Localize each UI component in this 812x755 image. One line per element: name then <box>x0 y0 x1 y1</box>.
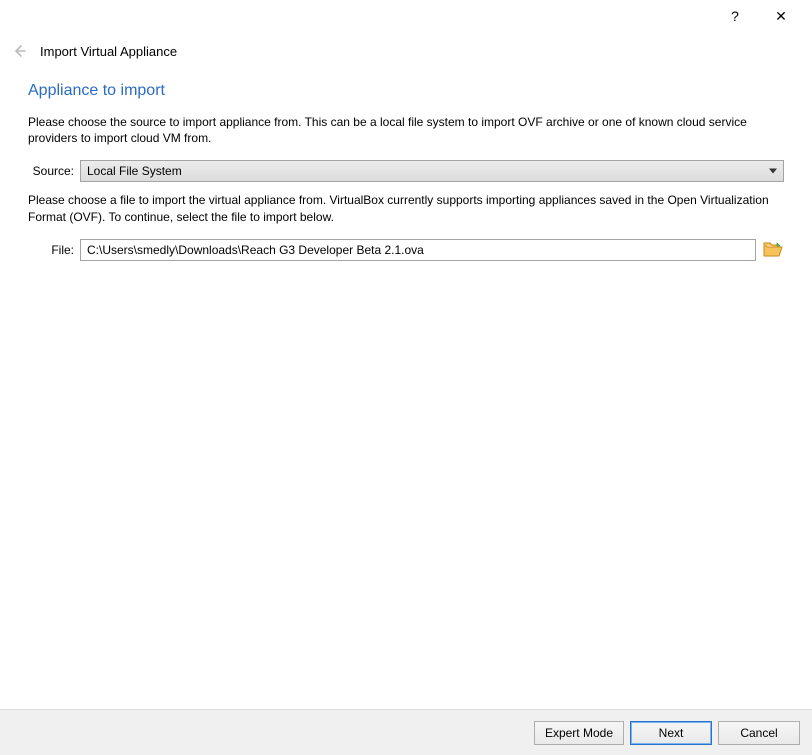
expert-mode-button[interactable]: Expert Mode <box>534 721 624 745</box>
back-button[interactable] <box>10 42 28 60</box>
file-row: File: <box>28 239 784 261</box>
back-arrow-icon <box>11 43 27 59</box>
wizard-header: Import Virtual Appliance <box>0 32 812 74</box>
chevron-down-icon <box>769 169 777 174</box>
help-button[interactable]: ? <box>712 0 758 32</box>
wizard-footer: Expert Mode Next Cancel <box>0 709 812 755</box>
source-row: Source: Local File System <box>28 160 784 182</box>
wizard-title: Import Virtual Appliance <box>40 44 177 59</box>
file-description: Please choose a file to import the virtu… <box>28 192 784 224</box>
help-icon: ? <box>731 8 739 24</box>
file-label: File: <box>28 243 74 257</box>
source-select[interactable]: Local File System <box>80 160 784 182</box>
source-description: Please choose the source to import appli… <box>28 114 784 146</box>
file-input[interactable] <box>80 239 756 261</box>
source-label: Source: <box>28 164 74 178</box>
titlebar: ? ✕ <box>0 0 812 32</box>
page-heading: Appliance to import <box>28 82 784 100</box>
close-button[interactable]: ✕ <box>758 0 804 32</box>
source-select-value: Local File System <box>87 164 182 178</box>
wizard-content: Appliance to import Please choose the so… <box>0 82 812 261</box>
folder-open-icon <box>763 241 783 259</box>
cancel-button[interactable]: Cancel <box>718 721 800 745</box>
browse-file-button[interactable] <box>762 239 784 261</box>
next-button[interactable]: Next <box>630 721 712 745</box>
close-icon: ✕ <box>775 8 787 25</box>
